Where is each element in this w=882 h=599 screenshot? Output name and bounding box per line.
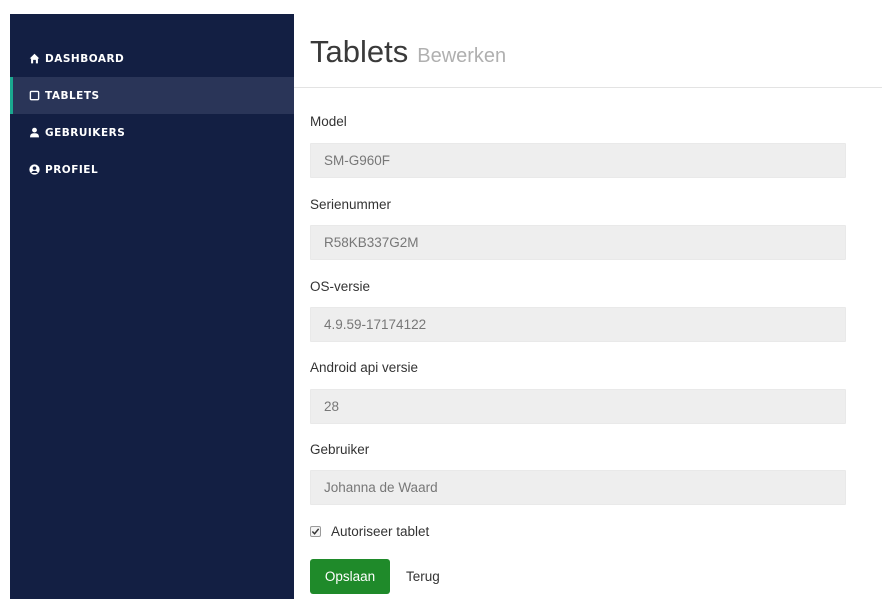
authorize-label: Autoriseer tablet <box>331 524 430 539</box>
authorize-checkbox[interactable] <box>310 526 321 537</box>
tablet-icon <box>28 90 40 102</box>
sidebar-item-dashboard[interactable]: DASHBOARD <box>10 40 294 77</box>
sidebar: DASHBOARD TABLETS GEBRUIKERS PROFIEL <box>10 14 294 599</box>
home-icon <box>28 53 40 65</box>
gebruiker-field[interactable] <box>310 470 846 505</box>
authorize-row: Autoriseer tablet <box>310 524 429 539</box>
checkmark-icon <box>311 528 320 535</box>
header-divider <box>294 87 882 88</box>
os-versie-label: OS-versie <box>310 279 371 294</box>
android-api-versie-label: Android api versie <box>310 360 419 375</box>
serienummer-field[interactable] <box>310 225 846 260</box>
model-field[interactable] <box>310 143 846 178</box>
page-header: Tablets Bewerken <box>310 34 506 70</box>
user-icon <box>28 127 40 139</box>
sidebar-item-label: PROFIEL <box>45 163 99 176</box>
user-circle-icon <box>28 164 40 176</box>
sidebar-item-label: TABLETS <box>45 89 100 102</box>
back-link[interactable]: Terug <box>406 569 440 584</box>
page-subtitle: Bewerken <box>417 45 507 67</box>
sidebar-item-gebruikers[interactable]: GEBRUIKERS <box>10 114 294 151</box>
save-button[interactable]: Opslaan <box>310 559 390 594</box>
sidebar-item-tablets[interactable]: TABLETS <box>10 77 294 114</box>
sidebar-item-profiel[interactable]: PROFIEL <box>10 151 294 188</box>
sidebar-item-label: GEBRUIKERS <box>45 126 126 139</box>
sidebar-item-label: DASHBOARD <box>45 52 125 65</box>
gebruiker-label: Gebruiker <box>310 442 370 457</box>
main-content: Tablets Bewerken Model Serienummer OS-ve… <box>294 14 882 599</box>
model-label: Model <box>310 114 347 129</box>
os-versie-field[interactable] <box>310 307 846 342</box>
android-api-versie-field[interactable] <box>310 389 846 424</box>
page-title: Tablets <box>310 34 409 69</box>
serienummer-label: Serienummer <box>310 197 392 212</box>
